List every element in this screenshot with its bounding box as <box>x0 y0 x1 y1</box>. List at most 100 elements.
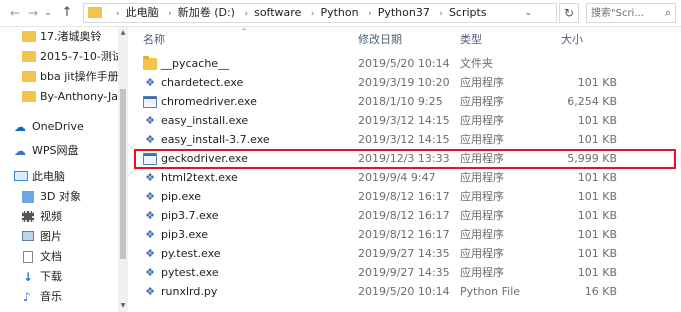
file-type: 应用程序 <box>460 190 504 203</box>
python-file-icon: ❖ <box>145 285 155 298</box>
file-row[interactable]: chromedriver.exe 2018/1/10 9:25 应用程序 6,254 … <box>135 93 675 111</box>
scroll-up-icon[interactable]: ▲ <box>119 29 127 36</box>
nav-item-quick-3[interactable]: bba jit操作手册 <box>0 67 118 87</box>
document-icon <box>23 251 33 263</box>
nav-item-onedrive[interactable]: ☁ OneDrive <box>0 117 118 137</box>
scroll-down-icon[interactable]: ▼ <box>119 302 127 309</box>
folder-icon <box>22 91 36 102</box>
scrollbar-thumb[interactable] <box>120 89 126 259</box>
file-row[interactable]: ❖ chardetect.exe 2019/3/19 10:20 应用程序 101 KB <box>135 74 675 92</box>
crumb-python[interactable]: Python <box>320 6 358 19</box>
chevron-right-icon[interactable]: › <box>168 9 172 19</box>
file-name: py.test.exe <box>161 247 221 260</box>
navigation-pane: 17.渚城奥铃 2015-7-10-测试 bba jit操作手册 By-Anth… <box>0 27 128 312</box>
nav-item-quick-2[interactable]: 2015-7-10-测试 <box>0 47 118 67</box>
nav-item-label: WPS网盘 <box>32 144 79 157</box>
recent-locations-chevron-down-icon[interactable]: ⌄ <box>42 4 54 22</box>
nav-scrollbar[interactable]: ▲ ▼ <box>118 27 128 312</box>
file-name: __pycache__ <box>161 57 230 70</box>
nav-item-music[interactable]: ♪ 音乐 <box>0 287 118 307</box>
nav-item-3d-objects[interactable]: 3D 对象 <box>0 187 118 207</box>
file-row[interactable]: ❖ pytest.exe 2019/9/27 14:35 应用程序 101 KB <box>135 264 675 282</box>
download-arrow-icon: ↓ <box>23 270 34 284</box>
python-exe-icon: ❖ <box>145 133 155 146</box>
folder-icon <box>22 31 36 42</box>
nav-item-this-pc[interactable]: 此电脑 <box>0 167 118 187</box>
folder-icon <box>143 56 157 70</box>
file-size: 101 KB <box>577 114 617 127</box>
chevron-right-icon[interactable]: › <box>244 9 248 19</box>
crumb-this-pc[interactable]: 此电脑 <box>126 6 159 19</box>
music-note-icon: ♪ <box>23 290 31 304</box>
chevron-right-icon[interactable]: › <box>368 9 372 19</box>
nav-item-quick-1[interactable]: 17.渚城奥铃 <box>0 27 118 47</box>
breadcrumb: › 此电脑 › 新加卷 (D:) › software › Python › Python… <box>110 4 487 22</box>
file-row[interactable]: ❖ easy_install.exe 2019/3/12 14:15 应用程序 101 … <box>135 112 675 130</box>
column-header-size[interactable]: 大小 <box>561 31 583 49</box>
file-row[interactable]: ❖ html2text.exe 2019/9/4 9:47 应用程序 101 KB <box>135 169 675 187</box>
nav-item-wps[interactable]: ☁ WPS网盘 <box>0 141 118 161</box>
nav-item-label: 3D 对象 <box>40 190 81 203</box>
up-arrow-icon[interactable]: ↑ <box>58 4 76 22</box>
python-exe-icon: ❖ <box>145 114 155 127</box>
python-exe-icon: ❖ <box>145 266 155 279</box>
search-input[interactable] <box>591 6 657 20</box>
file-name: pytest.exe <box>161 266 219 279</box>
refresh-icon[interactable]: ↻ <box>559 3 579 23</box>
file-type: 应用程序 <box>460 171 504 184</box>
python-exe-icon: ❖ <box>145 190 155 203</box>
python-exe-icon: ❖ <box>145 76 155 89</box>
file-row[interactable]: ❖ pip3.7.exe 2019/8/12 16:17 应用程序 101 KB <box>135 207 675 225</box>
address-history-chevron-down-icon[interactable]: ⌄ <box>524 4 532 22</box>
search-icon[interactable]: ⌕ <box>665 6 671 20</box>
file-row[interactable]: ❖ runxlrd.py 2019/5/20 10:14 Python File 16 … <box>135 283 675 301</box>
chevron-right-icon[interactable]: › <box>116 9 120 19</box>
file-row[interactable]: ❖ pip.exe 2019/8/12 16:17 应用程序 101 KB <box>135 188 675 206</box>
file-list: ^ 名称 修改日期 类型 大小 __pycache__ 2019/5/20 10:… <box>129 27 681 312</box>
file-name: chromedriver.exe <box>161 95 257 108</box>
address-bar[interactable]: › 此电脑 › 新加卷 (D:) › software › Python › Python… <box>83 3 557 23</box>
file-name: html2text.exe <box>161 171 238 184</box>
crumb-software[interactable]: software <box>254 6 301 19</box>
nav-item-pictures[interactable]: 图片 <box>0 227 118 247</box>
file-type: 应用程序 <box>460 266 504 279</box>
file-date: 2019/3/19 10:20 <box>358 76 450 89</box>
nav-item-label: 视频 <box>40 210 62 223</box>
address-toolbar: ← → ⌄ ↑ › 此电脑 › 新加卷 (D:) › software › Python… <box>0 0 681 27</box>
column-header-name[interactable]: 名称 <box>143 31 165 49</box>
file-date: 2019/3/12 14:15 <box>358 133 450 146</box>
picture-icon <box>22 231 34 241</box>
file-row[interactable]: ❖ easy_install-3.7.exe 2019/3/12 14:15 应用程序… <box>135 131 675 149</box>
chevron-right-icon[interactable]: › <box>311 9 315 19</box>
file-row[interactable]: ❖ pip3.exe 2019/8/12 16:17 应用程序 101 KB <box>135 226 675 244</box>
file-name: pip3.exe <box>161 228 209 241</box>
nav-item-documents[interactable]: 文档 <box>0 247 118 267</box>
crumb-drive-d[interactable]: 新加卷 (D:) <box>178 6 235 19</box>
search-box[interactable]: ⌕ <box>586 3 676 23</box>
crumb-scripts[interactable]: Scripts <box>449 6 487 19</box>
python-exe-icon: ❖ <box>145 171 155 184</box>
column-header-type[interactable]: 类型 <box>460 31 482 49</box>
nav-item-videos[interactable]: 视频 <box>0 207 118 227</box>
nav-item-quick-4[interactable]: By-Anthony-Jav <box>0 87 118 107</box>
file-name: easy_install.exe <box>161 114 249 127</box>
back-arrow-icon[interactable]: ← <box>6 4 24 22</box>
folder-icon <box>22 51 36 62</box>
file-type: 应用程序 <box>460 114 504 127</box>
file-date: 2019/8/12 16:17 <box>358 228 450 241</box>
file-date: 2019/9/27 14:35 <box>358 247 450 260</box>
column-header-date[interactable]: 修改日期 <box>358 31 402 49</box>
chevron-right-icon[interactable]: › <box>439 9 443 19</box>
file-size: 101 KB <box>577 209 617 222</box>
file-size: 101 KB <box>577 247 617 260</box>
forward-arrow-icon[interactable]: → <box>24 4 42 22</box>
file-row[interactable]: __pycache__ 2019/5/20 10:14 文件夹 <box>135 55 675 73</box>
nav-item-label: 17.渚城奥铃 <box>40 30 102 43</box>
file-row-highlighted[interactable]: geckodriver.exe 2019/12/3 13:33 应用程序 5,999 … <box>134 149 676 169</box>
crumb-python37[interactable]: Python37 <box>378 6 430 19</box>
file-type: 应用程序 <box>460 133 504 146</box>
file-size: 6,254 KB <box>567 95 617 108</box>
nav-item-downloads[interactable]: ↓ 下载 <box>0 267 118 287</box>
cloud-icon: ☁ <box>14 120 26 134</box>
file-row[interactable]: ❖ py.test.exe 2019/9/27 14:35 应用程序 101 KB <box>135 245 675 263</box>
